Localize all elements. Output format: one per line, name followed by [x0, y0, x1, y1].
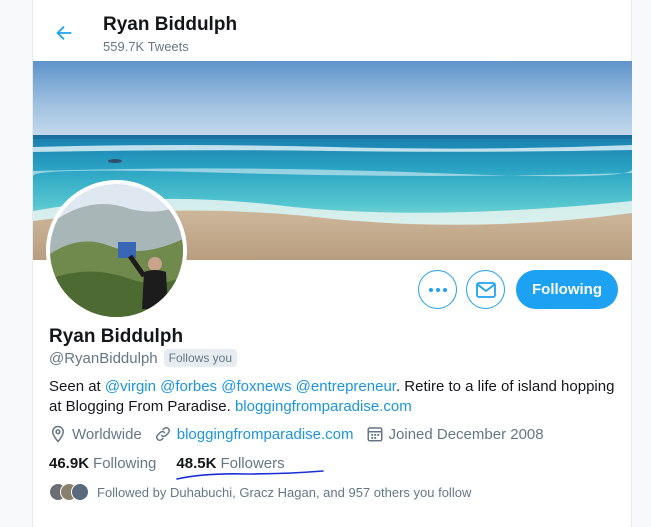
calendar-icon — [367, 427, 383, 442]
location-text: Worldwide — [72, 425, 142, 443]
profile-meta: Worldwide bloggingfromparadise.com Joine… — [49, 425, 556, 443]
joined-date: Joined December 2008 — [388, 425, 544, 443]
website-link[interactable]: bloggingfromparadise.com — [177, 426, 354, 443]
follows-you-badge: Follows you — [163, 349, 237, 367]
arrow-left-icon — [56, 25, 72, 41]
mention-link[interactable]: @entrepreneur — [296, 378, 396, 395]
handdrawn-underline-annotation — [176, 470, 324, 480]
location-pin-icon — [51, 425, 65, 443]
back-button[interactable] — [49, 18, 79, 48]
mutual-avatar — [71, 483, 89, 501]
more-options-button[interactable] — [418, 270, 457, 309]
more-dots-icon — [428, 287, 447, 292]
website-item[interactable]: bloggingfromparadise.com — [154, 425, 354, 443]
bio-website-link[interactable]: bloggingfromparadise.com — [235, 398, 412, 415]
handle-row: @RyanBiddulph Follows you — [49, 349, 237, 367]
header-title: Ryan Biddulph — [103, 14, 238, 35]
mention-link[interactable]: @virgin — [105, 378, 156, 395]
following-count: 46.9K — [49, 455, 90, 472]
following-button[interactable]: Following — [516, 270, 618, 309]
profile-header: Ryan Biddulph 559.7K Tweets — [33, 0, 633, 61]
tweet-count: 559.7K Tweets — [103, 39, 189, 54]
mutual-avatars — [49, 483, 89, 501]
avatar-photo — [50, 184, 183, 317]
mention-link[interactable]: @forbes — [160, 378, 217, 395]
location-item: Worldwide — [49, 425, 142, 443]
link-icon — [155, 426, 170, 442]
followed-by-text: Followed by Duhabuchi, Gracz Hagan, and … — [97, 484, 472, 500]
avatar[interactable] — [46, 180, 187, 321]
profile-column: Ryan Biddulph 559.7K Tweets Following Ry… — [32, 0, 632, 527]
followed-by-row[interactable]: Followed by Duhabuchi, Gracz Hagan, and … — [49, 483, 471, 501]
bio: Seen at @virgin @forbes @foxnews @entrep… — [49, 377, 619, 417]
mention-link[interactable]: @foxnews — [221, 378, 291, 395]
display-name: Ryan Biddulph — [49, 326, 184, 347]
username: @RyanBiddulph — [49, 349, 158, 367]
envelope-icon — [475, 281, 496, 298]
joined-item: Joined December 2008 — [366, 425, 544, 443]
bio-prefix: Seen at — [49, 378, 105, 395]
message-button[interactable] — [466, 270, 505, 309]
following-stat[interactable]: 46.9K Following — [49, 455, 156, 472]
following-label: Following — [93, 455, 157, 472]
